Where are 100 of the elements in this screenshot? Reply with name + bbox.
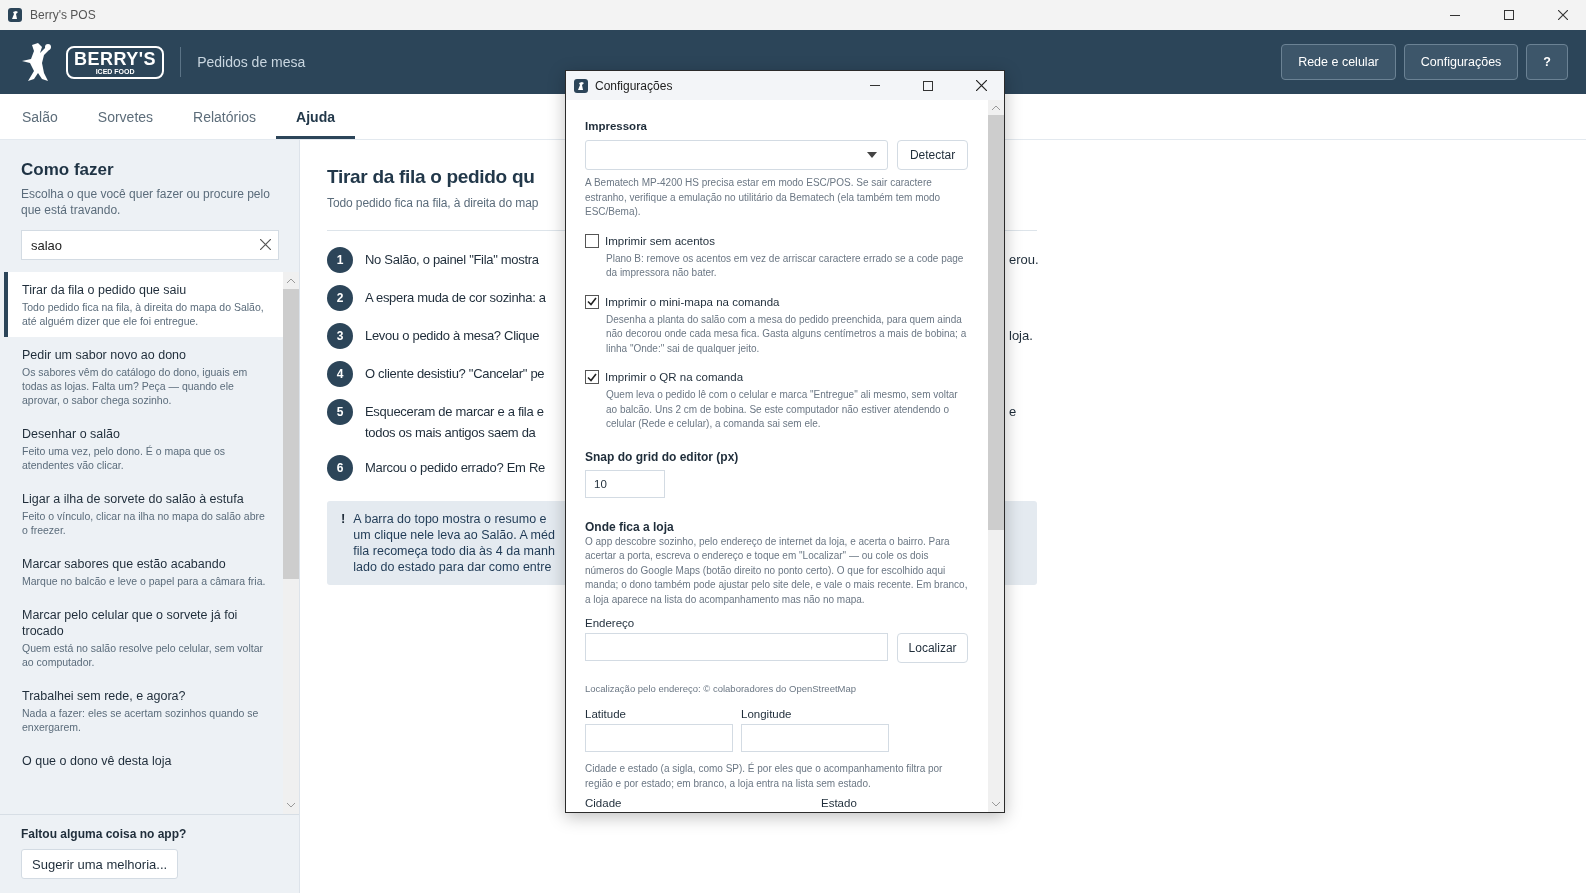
longitude-field[interactable]: [741, 724, 889, 752]
step-text: A espera muda de cor sozinha: a: [365, 289, 547, 307]
help-topic-item[interactable]: Pedir um sabor novo ao dono Os sabores vêm do catálogo do dono, iguais em todas as lojas. Falta um? Peça — quando ele aprovar, o sabor chega sozinho.: [4, 337, 283, 416]
dialog-title: Configurações: [595, 78, 673, 93]
footer-prompt: Faltou alguma coisa no app?: [21, 827, 187, 841]
topic-title: Trabalhei sem rede, e agora?: [22, 688, 187, 704]
snap-field[interactable]: 10: [585, 469, 665, 498]
help-text: Plano B: remove os acentos em vez de arriscar caractere errado se a code page da impressora não bater.: [605, 251, 965, 280]
topic-title: Tirar da fila o pedido que saiu: [22, 282, 188, 298]
scrollbar[interactable]: [283, 272, 299, 814]
close-icon: [1558, 10, 1568, 20]
notice-mark: !: [341, 511, 346, 528]
app-icon: [8, 8, 22, 22]
help-text: A Bematech MP-4200 HS precisa estar em modo ESC/POS. Se sair caractere estranho, verifique a emulação no utilitário da Bematech (ela também tem modo ESC/Bema).: [585, 176, 942, 219]
checkbox[interactable]: [585, 294, 599, 309]
topic-description: Os sabores vêm do catálogo do dono, iguais em todas as lojas. Falta um? Peça — quando ele aprovar, o sabor chega sozinho.: [22, 365, 249, 407]
latitude-field[interactable]: [585, 724, 733, 752]
section-title: Onde fica a loja: [585, 519, 675, 534]
topic-description: Quem está no salão resolve pelo celular, sem voltar ao computador.: [22, 641, 265, 669]
search-field[interactable]: salao: [21, 230, 279, 260]
close-icon: [975, 80, 987, 91]
scroll-up-icon: [992, 105, 1000, 110]
topic-title: Desenhar o salão: [22, 426, 121, 442]
minimize-icon: [870, 85, 880, 86]
notice-text: A barra do topo mostra o resumo e um clique nele leva ao Salão. A méd fila recomeça todo dia às 4 da manh lado do estado para dar como entre: [353, 511, 555, 575]
step-text: No Salão, o painel "Fila" mostra: [365, 251, 540, 269]
step-number: 3: [327, 323, 353, 349]
field-label: Longitude: [741, 708, 793, 720]
help-button[interactable]: ?: [1526, 44, 1568, 80]
scroll-up-icon: [287, 278, 295, 283]
header-button[interactable]: Rede e celular: [1281, 44, 1396, 80]
help-text: Quem leva o pedido lê com o celular e marca "Entregue" ali mesmo, sem voltar ao balcão. Uns 2 cm de bobina. Se este computador não estiver atendendo o celular (Rede e celular), a comanda sai sem ele.: [605, 388, 959, 431]
scroll-down-icon: [287, 803, 295, 808]
help-text: O app descobre sozinho, pelo endereço de internet da loja, e acerta o bairro. Para acertar a porta, escreva o endereço e toque em "Localizar" — ou cole os dois números do Google Maps (botão direito no ponto certo). O que for escolhido aqui manda; o dono também pode ajustar pelo site dele, e vale o mais recente. Em branco, a loja aparece na lista do acompanhamento mas não no mapa.: [585, 534, 968, 607]
suggest-button[interactable]: Sugerir uma melhoria...: [21, 849, 179, 879]
dropdown-caret-icon: [867, 152, 878, 158]
checkmark-icon: [587, 297, 597, 306]
step-number: 2: [327, 285, 353, 311]
maximize-icon: [1504, 10, 1514, 20]
maximize-icon: [923, 80, 933, 91]
topic-description: Feito o vínculo, clicar na ilha no mapa do salão abre o freezer.: [22, 509, 266, 537]
topic-title: Ligar a ilha de sorvete do salão à estufa: [22, 491, 245, 507]
help-topic-item[interactable]: Marcar sabores que estão acabando Marque no balcão e leve o papel para a câmara fria.: [4, 546, 283, 597]
brand-name: BERRY'S: [74, 49, 157, 68]
checkbox-label: Imprimir sem acentos: [605, 234, 715, 247]
help-text: Cidade e estado (a sigla, como SP). É por eles que o acompanhamento filtra por região e por estado; em branco, a loja entra na lista sem estado.: [585, 762, 944, 791]
topic-title: Marcar sabores que estão acabando: [22, 556, 227, 572]
step-text: loja.: [1009, 327, 1034, 345]
checkbox-label: Imprimir o mini-mapa na comanda: [605, 295, 780, 308]
sidebar-subtitle: Escolha o que você quer fazer ou procure pelo que está travando.: [21, 186, 271, 218]
checkbox[interactable]: [585, 370, 599, 384]
app-icon: [574, 78, 588, 93]
header-button[interactable]: Configurações: [1403, 44, 1519, 80]
step-text: Levou o pedido à mesa? Clique: [365, 327, 541, 345]
help-topic-item[interactable]: Trabalhei sem rede, e agora? Nada a fazer: eles se acertam sozinhos quando se enxergarem.: [4, 678, 283, 743]
tab[interactable]: Salão: [2, 94, 78, 139]
step-number: 1: [327, 247, 353, 273]
checkbox[interactable]: [585, 233, 599, 248]
topic-title: Pedir um sabor novo ao dono: [22, 347, 187, 363]
field-label: Snap do grid do editor (px): [585, 449, 740, 464]
help-topic-item[interactable]: Marcar pelo celular que o sorvete já foi trocado Quem está no salão resolve pelo celular, sem voltar ao computador.: [4, 597, 283, 678]
topic-description: Feito uma vez, pelo dono. É o mapa que os atendentes vão clicar.: [22, 444, 227, 472]
topic-description: Nada a fazer: eles se acertam sozinhos quando se enxergarem.: [22, 706, 260, 734]
attribution-text: Localização pelo endereço: © colaboradores do OpenStreetMap: [585, 683, 858, 694]
scrollbar[interactable]: [988, 100, 1004, 812]
detect-button[interactable]: Detectar: [897, 140, 968, 170]
checkmark-icon: [587, 372, 597, 382]
topic-description: Todo pedido fica na fila, à direita do mapa do Salão, até alguém dizer que ele foi entregue.: [22, 300, 265, 328]
close-icon: [260, 239, 271, 250]
step-text: e: [1009, 403, 1018, 421]
help-topic-item[interactable]: O que o dono vê desta loja: [4, 743, 283, 778]
article-subtitle: Todo pedido fica na fila, à direita do map: [327, 196, 539, 210]
field-label: Latitude: [585, 708, 627, 720]
minimize-icon: [1450, 14, 1460, 16]
step-number: 6: [327, 455, 353, 481]
article-title: Tirar da fila o pedido qu: [327, 166, 535, 188]
window-title: Berry's POS: [30, 8, 96, 22]
scroll-down-icon: [992, 802, 1000, 807]
help-topic-item[interactable]: Desenhar o salão Feito uma vez, pelo dono. É o mapa que os atendentes vão clicar.: [4, 416, 283, 481]
help-text: Desenha a planta do salão com a mesa do pedido preenchida, para quem ainda não decorou onde cada mesa fica. Gasta alguns centímetros a mais de bobina; a linha "Onde:" sai de qualquer jeito.: [605, 312, 968, 356]
step-text: O cliente desistiu? "Cancelar" pe: [365, 365, 546, 383]
sidebar-title: Como fazer: [21, 160, 115, 180]
step-text: Marcou o pedido errado? Em Re: [365, 459, 546, 477]
locate-button[interactable]: Localizar: [897, 633, 968, 663]
tab[interactable]: Relatórios: [173, 94, 277, 139]
step-text: Esqueceram de marcar e a fila e todos os mais antigos saem da: [365, 403, 545, 442]
tab[interactable]: Sorvetes: [77, 94, 174, 139]
field-label: Estado: [821, 797, 858, 809]
field-label: Impressora: [585, 120, 648, 132]
topic-title: Marcar pelo celular que o sorvete já foi trocado: [22, 607, 239, 639]
step-text: erou.: [1009, 251, 1040, 269]
step-number: 5: [327, 399, 353, 425]
help-topic-item[interactable]: Tirar da fila o pedido que saiu Todo pedido fica na fila, à direita do mapa do Salão, até alguém dizer que ele foi entregue.: [4, 272, 283, 337]
address-field[interactable]: [585, 633, 889, 661]
field-label: Endereço: [585, 617, 636, 629]
printer-dropdown[interactable]: [585, 140, 889, 170]
help-topic-item[interactable]: Ligar a ilha de sorvete do salão à estufa Feito o vínculo, clicar na ilha no mapa do salão abre o freezer.: [4, 481, 283, 546]
field-label: Cidade: [585, 797, 623, 809]
topic-description: Marque no balcão e leve o papel para a câmara fria.: [22, 574, 267, 588]
checkbox-label: Imprimir o QR na comanda: [605, 371, 744, 383]
